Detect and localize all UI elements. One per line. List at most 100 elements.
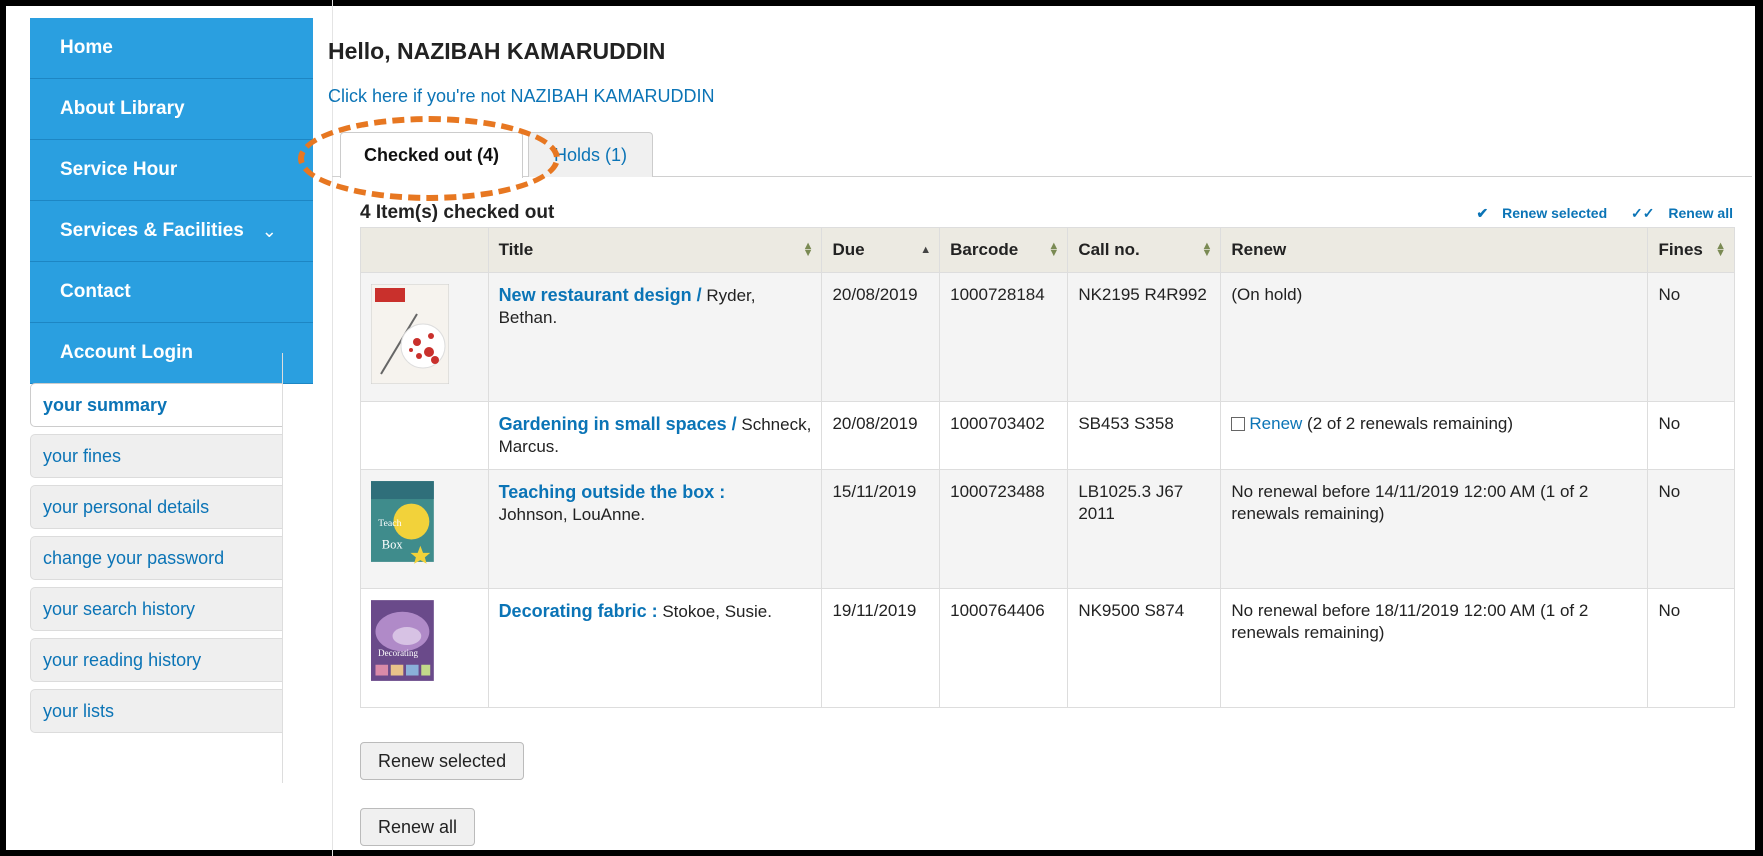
- cover-cell: [360, 401, 489, 470]
- title-cell: New restaurant design / Ryder, Bethan.: [487, 272, 823, 402]
- renew-links: ✔ Renew selected ✓✓ Renew all: [1456, 205, 1733, 222]
- col-label: Call no.: [1078, 240, 1140, 259]
- table-row: Teach Box Teaching outside the box : Joh…: [360, 469, 1735, 589]
- title-link[interactable]: Gardening in small spaces /: [499, 414, 737, 434]
- barcode-cell: 1000703402: [939, 401, 1069, 470]
- callno-cell: NK9500 S874: [1067, 588, 1222, 708]
- title-cell: Teaching outside the box : Johnson, LouA…: [487, 469, 823, 589]
- barcode-cell: 1000764406: [939, 588, 1069, 708]
- svg-text:Teach: Teach: [378, 518, 401, 529]
- nav-label: Account Login: [60, 342, 193, 363]
- renew-link[interactable]: Renew: [1249, 414, 1302, 433]
- due-cell: 19/11/2019: [821, 588, 941, 708]
- chevron-down-icon[interactable]: ⌄: [262, 221, 277, 242]
- table-row: New restaurant design / Ryder, Bethan. 2…: [360, 272, 1735, 402]
- fines-cell: No: [1647, 401, 1735, 470]
- title-cell: Gardening in small spaces / Schneck, Mar…: [487, 401, 823, 470]
- content-divider: [332, 0, 333, 856]
- usermenu-your-fines[interactable]: your fines: [30, 434, 282, 478]
- renew-cell: Renew (2 of 2 renewals remaining): [1220, 401, 1649, 470]
- callno-cell: SB453 S358: [1067, 401, 1222, 470]
- table-row: Decorating Decorating fabric : Stokoe, S…: [360, 588, 1735, 708]
- checked-out-table: Title ▲ ▼ Due ▲ Barcode ▲ ▼ Call no. ▲ ▼ Renew …: [360, 227, 1735, 708]
- book-cover-image[interactable]: Teach Box: [371, 481, 441, 571]
- renew-all-button[interactable]: Renew all: [360, 808, 476, 846]
- col-title[interactable]: Title ▲ ▼: [487, 227, 823, 273]
- fines-cell: No: [1647, 469, 1735, 589]
- col-label: Barcode: [950, 240, 1019, 259]
- main-nav: Home About Library Service Hour Services…: [30, 18, 313, 384]
- sort-icon: ▲ ▼: [1201, 240, 1213, 259]
- nav-label: Home: [60, 37, 113, 58]
- due-cell: 15/11/2019: [821, 469, 941, 589]
- page-title: Hello, NAZIBAH KAMARUDDIN: [328, 38, 666, 64]
- tab-holds[interactable]: Holds (1): [528, 132, 653, 177]
- title-link[interactable]: Teaching outside the box :: [499, 482, 726, 502]
- sort-icon: ▲ ▼: [1048, 240, 1060, 259]
- col-barcode[interactable]: Barcode ▲ ▼: [939, 227, 1069, 273]
- fines-cell: No: [1647, 272, 1735, 402]
- nav-label: Services & Facilities: [60, 220, 244, 241]
- renew-status: (2 of 2 renewals remaining): [1302, 414, 1514, 433]
- due-cell: 20/08/2019: [821, 401, 941, 470]
- renew-selected-button[interactable]: Renew selected: [360, 742, 525, 780]
- checked-out-heading: 4 Item(s) checked out: [360, 202, 555, 223]
- not-you-link[interactable]: Click here if you're not NAZIBAH KAMARUD…: [328, 86, 715, 107]
- nav-about-library[interactable]: About Library: [30, 79, 313, 140]
- col-due[interactable]: Due ▲: [821, 227, 941, 273]
- renew-selected-link-label: Renew selected: [1502, 205, 1608, 221]
- check-icon: ✔: [1476, 205, 1489, 221]
- cover-cell: [360, 272, 489, 402]
- book-cover-image[interactable]: [370, 283, 450, 385]
- renew-all-link[interactable]: ✓✓ Renew all: [1621, 205, 1733, 221]
- tab-checked-out[interactable]: Checked out (4): [340, 132, 523, 178]
- sort-asc-icon: ▲: [920, 244, 932, 256]
- book-cover-image[interactable]: Decorating: [371, 600, 441, 690]
- barcode-cell: 1000728184: [939, 272, 1069, 402]
- nav-services-facilities[interactable]: Services & Facilities ⌄: [30, 201, 313, 262]
- nav-home[interactable]: Home: [30, 18, 313, 79]
- sort-icon: ▲ ▼: [1715, 240, 1726, 259]
- renew-cell: No renewal before 14/11/2019 12:00 AM (1…: [1220, 469, 1649, 589]
- user-menu: your summary your fines your personal de…: [30, 353, 283, 783]
- col-callno[interactable]: Call no. ▲ ▼: [1067, 227, 1222, 273]
- due-cell: 20/08/2019: [821, 272, 941, 402]
- nav-account-login[interactable]: Account Login: [30, 323, 313, 384]
- title-link[interactable]: New restaurant design /: [499, 285, 702, 305]
- title-cell: Decorating fabric : Stokoe, Susie.: [487, 588, 823, 708]
- svg-text:Box: Box: [382, 537, 404, 551]
- callno-cell: LB1025.3 J67 2011: [1067, 469, 1222, 589]
- nav-service-hour[interactable]: Service Hour: [30, 140, 313, 201]
- renew-checkbox[interactable]: [1231, 417, 1246, 431]
- nav-contact[interactable]: Contact: [30, 262, 313, 323]
- col-label: Title: [498, 240, 534, 259]
- renew-selected-link[interactable]: ✔ Renew selected: [1466, 205, 1607, 221]
- col-label: Fines: [1658, 240, 1703, 259]
- col-label: Due: [832, 240, 865, 259]
- usermenu-your-summary[interactable]: your summary: [30, 383, 282, 427]
- usermenu-your-lists[interactable]: your lists: [30, 689, 282, 733]
- col-fines[interactable]: Fines ▲ ▼: [1647, 227, 1735, 273]
- cover-cell: Decorating: [360, 588, 489, 708]
- nav-label: About Library: [60, 98, 185, 119]
- double-check-icon: ✓✓: [1631, 205, 1655, 221]
- renew-cell: (On hold): [1220, 272, 1649, 402]
- author: Stokoe, Susie.: [657, 602, 772, 621]
- svg-text:Decorating: Decorating: [378, 648, 418, 658]
- usermenu-personal-details[interactable]: your personal details: [30, 485, 282, 529]
- usermenu-reading-history[interactable]: your reading history: [30, 638, 282, 682]
- col-renew: Renew: [1220, 227, 1649, 273]
- title-link[interactable]: Decorating fabric :: [499, 601, 658, 621]
- usermenu-search-history[interactable]: your search history: [30, 587, 282, 631]
- table-header-row: Title ▲ ▼ Due ▲ Barcode ▲ ▼ Call no. ▲ ▼ Renew …: [360, 227, 1735, 273]
- renew-cell: No renewal before 18/11/2019 12:00 AM (1…: [1220, 588, 1649, 708]
- usermenu-change-password[interactable]: change your password: [30, 536, 282, 580]
- barcode-cell: 1000723488: [939, 469, 1069, 589]
- cover-cell: Teach Box: [360, 469, 489, 589]
- fines-cell: No: [1647, 588, 1735, 708]
- table-row: Gardening in small spaces / Schneck, Mar…: [360, 401, 1735, 470]
- col-label: Renew: [1231, 240, 1287, 259]
- author: Johnson, LouAnne.: [498, 505, 646, 524]
- renew-all-link-label: Renew all: [1668, 205, 1733, 221]
- callno-cell: NK2195 R4R992: [1067, 272, 1222, 402]
